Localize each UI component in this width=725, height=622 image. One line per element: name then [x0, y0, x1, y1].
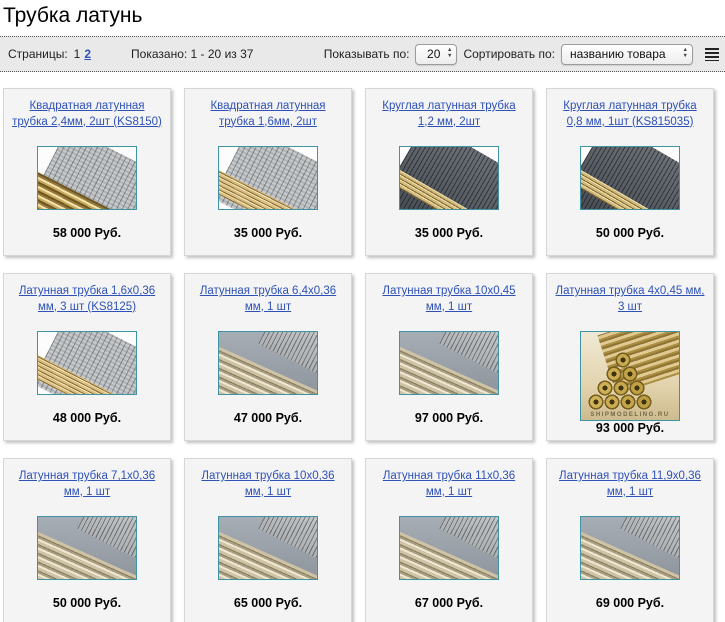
product-image[interactable]	[37, 516, 137, 580]
product-image[interactable]: SHIPMODELING.RU	[580, 331, 680, 421]
product-card: Латунная трубка 11,9х0,36 мм, 1 шт 69 00…	[546, 458, 714, 622]
shown-count: Показано: 1 - 20 из 37	[131, 47, 253, 61]
product-title-link[interactable]: Круглая латунная трубка 0,8 мм, 1шт (KS8…	[555, 99, 705, 139]
product-price: 35 000 Руб.	[234, 226, 302, 240]
stepper-icon: ▲ ▼	[683, 48, 688, 60]
stepper-icon: ▲ ▼	[447, 48, 452, 60]
pagination: Страницы: 1 2 Показано: 1 - 20 из 37	[8, 47, 253, 61]
product-title-link[interactable]: Латунная трубка 4х0,45 мм, 3 шт	[555, 284, 705, 324]
toolbar-controls: Показывать по: 20 ▲ ▼ Сортировать по: на…	[324, 44, 719, 65]
page-link-2[interactable]: 2	[84, 47, 91, 61]
product-price: 58 000 Руб.	[53, 226, 121, 240]
product-title-link[interactable]: Латунная трубка 6,4х0,36 мм, 1 шт	[193, 284, 343, 324]
product-title-link[interactable]: Латунная трубка 11,9х0,36 мм, 1 шт	[555, 469, 705, 509]
product-image[interactable]	[37, 331, 137, 395]
product-card: Латунная трубка 6,4х0,36 мм, 1 шт 47 000…	[184, 273, 352, 441]
product-price: 48 000 Руб.	[53, 411, 121, 425]
product-image[interactable]	[218, 146, 318, 210]
product-title-link[interactable]: Латунная трубка 11х0,36 мм, 1 шт	[374, 469, 524, 509]
product-title-link[interactable]: Круглая латунная трубка 1,2 мм, 2шт	[374, 99, 524, 139]
product-title-link[interactable]: Квадратная латунная трубка 2,4мм, 2шт (K…	[12, 99, 162, 139]
per-page-select[interactable]: 20 ▲ ▼	[415, 44, 457, 65]
product-title-link[interactable]: Латунная трубка 1,6х0,36 мм, 3 шт (KS812…	[12, 284, 162, 324]
page-title: Трубка латунь	[3, 4, 725, 28]
product-title-link[interactable]: Квадратная латунная трубка 1,6мм, 2шт	[193, 99, 343, 139]
sort-select[interactable]: названию товара ▲ ▼	[561, 44, 693, 65]
product-card: Латунная трубка 10х0,45 мм, 1 шт 97 000 …	[365, 273, 533, 441]
toolbar: Страницы: 1 2 Показано: 1 - 20 из 37 Пок…	[0, 36, 725, 72]
sort-value: названию товара	[570, 47, 679, 61]
product-price: 50 000 Руб.	[53, 596, 121, 610]
chevron-down-icon: ▼	[447, 54, 452, 60]
page-number-current: 1	[74, 47, 81, 61]
product-price: 35 000 Руб.	[415, 226, 483, 240]
product-image[interactable]	[399, 146, 499, 210]
product-price: 65 000 Руб.	[234, 596, 302, 610]
list-view-icon[interactable]	[705, 48, 719, 61]
product-image[interactable]	[218, 331, 318, 395]
product-image[interactable]	[580, 146, 680, 210]
product-card: Латунная трубка 7,1х0,36 мм, 1 шт 50 000…	[3, 458, 171, 622]
per-page-label: Показывать по:	[324, 47, 410, 61]
pages-label: Страницы:	[8, 47, 68, 61]
product-image[interactable]	[37, 146, 137, 210]
product-card: Латунная трубка 10х0,36 мм, 1 шт 65 000 …	[184, 458, 352, 622]
sort-label: Сортировать по:	[463, 47, 555, 61]
product-image[interactable]	[399, 331, 499, 395]
product-price: 47 000 Руб.	[234, 411, 302, 425]
product-title-link[interactable]: Латунная трубка 10х0,36 мм, 1 шт	[193, 469, 343, 509]
per-page-value: 20	[424, 47, 443, 61]
product-grid: Квадратная латунная трубка 2,4мм, 2шт (K…	[0, 88, 725, 622]
product-price: 69 000 Руб.	[596, 596, 664, 610]
product-price: 93 000 Руб.	[596, 421, 664, 435]
product-image[interactable]	[399, 516, 499, 580]
product-card: Латунная трубка 11х0,36 мм, 1 шт 67 000 …	[365, 458, 533, 622]
product-image[interactable]	[580, 516, 680, 580]
product-card: Квадратная латунная трубка 2,4мм, 2шт (K…	[3, 88, 171, 256]
product-title-link[interactable]: Латунная трубка 10х0,45 мм, 1 шт	[374, 284, 524, 324]
product-card: Латунная трубка 1,6х0,36 мм, 3 шт (KS812…	[3, 273, 171, 441]
image-watermark: SHIPMODELING.RU	[581, 412, 679, 418]
chevron-down-icon: ▼	[683, 54, 688, 60]
product-price: 97 000 Руб.	[415, 411, 483, 425]
product-card: Латунная трубка 4х0,45 мм, 3 шт SHIPMODE…	[546, 273, 714, 441]
product-price: 50 000 Руб.	[596, 226, 664, 240]
product-card: Круглая латунная трубка 0,8 мм, 1шт (KS8…	[546, 88, 714, 256]
product-image[interactable]	[218, 516, 318, 580]
product-card: Круглая латунная трубка 1,2 мм, 2шт 35 0…	[365, 88, 533, 256]
product-card: Квадратная латунная трубка 1,6мм, 2шт 35…	[184, 88, 352, 256]
product-title-link[interactable]: Латунная трубка 7,1х0,36 мм, 1 шт	[12, 469, 162, 509]
product-price: 67 000 Руб.	[415, 596, 483, 610]
